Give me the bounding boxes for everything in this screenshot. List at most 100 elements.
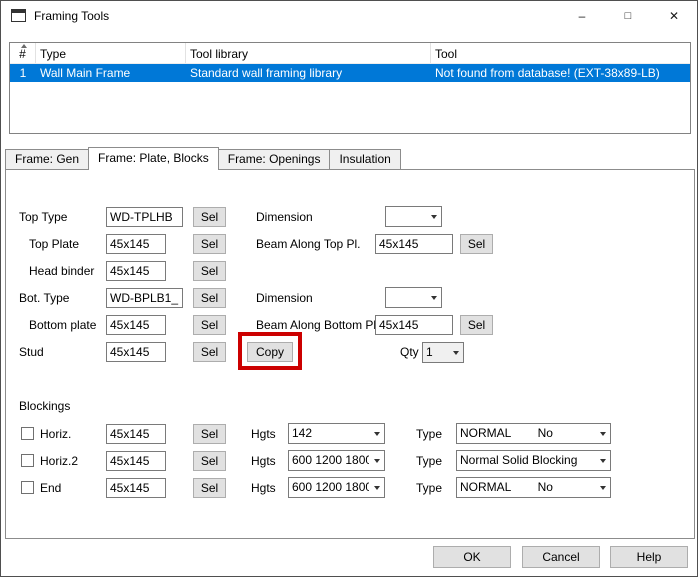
beam-along-bottom-input[interactable]: [375, 315, 453, 335]
table-row-selected[interactable]: 1 Wall Main Frame Standard wall framing …: [10, 64, 690, 82]
horiz-hgts-value: 142: [289, 424, 369, 443]
dimension-bottom-label: Dimension: [256, 291, 313, 305]
chevron-down-icon: [595, 424, 610, 443]
ok-button[interactable]: OK: [433, 546, 511, 568]
beam-along-top-input[interactable]: [375, 234, 453, 254]
horiz-hgts-select[interactable]: 142: [288, 423, 385, 444]
bot-type-input[interactable]: [106, 288, 183, 308]
beam-along-top-sel-button[interactable]: Sel: [460, 234, 493, 254]
end-type-label: Type: [416, 481, 442, 495]
beam-along-top-label: Beam Along Top Pl.: [256, 237, 361, 251]
qty-label: Qty: [400, 345, 419, 359]
horiz2-hgts-select[interactable]: 600 1200 1800: [288, 450, 385, 471]
chevron-down-icon: [426, 288, 441, 307]
end-type-select[interactable]: NORMAL No: [456, 477, 611, 498]
dimension-bottom-select[interactable]: [385, 287, 442, 308]
column-header-num[interactable]: #: [10, 43, 36, 63]
row-type: Wall Main Frame: [36, 64, 186, 82]
bot-type-label: Bot. Type: [19, 291, 69, 305]
column-header-library[interactable]: Tool library: [186, 43, 431, 63]
top-plate-input[interactable]: [106, 234, 166, 254]
chevron-down-icon: [448, 343, 463, 362]
top-type-label: Top Type: [19, 210, 67, 224]
top-type-input[interactable]: [106, 207, 183, 227]
beam-along-bottom-sel-button[interactable]: Sel: [460, 315, 493, 335]
horiz2-sel-button[interactable]: Sel: [193, 451, 226, 471]
stud-input[interactable]: [106, 342, 166, 362]
head-binder-sel-button[interactable]: Sel: [193, 261, 226, 281]
stud-sel-button[interactable]: Sel: [193, 342, 226, 362]
horiz2-input[interactable]: [106, 451, 166, 471]
qty-select[interactable]: 1: [422, 342, 464, 363]
column-header-type[interactable]: Type: [36, 43, 186, 63]
end-input[interactable]: [106, 478, 166, 498]
chevron-down-icon: [595, 478, 610, 497]
app-icon[interactable]: [11, 9, 26, 22]
chevron-down-icon: [595, 451, 610, 470]
top-type-sel-button[interactable]: Sel: [193, 207, 226, 227]
framing-tools-dialog: Framing Tools – □ ✕ # Type Tool library …: [0, 0, 698, 577]
column-header-tool[interactable]: Tool: [431, 43, 690, 63]
horiz-sel-button[interactable]: Sel: [193, 424, 226, 444]
tab-insulation[interactable]: Insulation: [329, 149, 400, 170]
row-tool: Not found from database! (EXT-38x89-LB): [431, 64, 690, 82]
end-sel-button[interactable]: Sel: [193, 478, 226, 498]
bottom-plate-label: Bottom plate: [29, 318, 96, 332]
titlebar[interactable]: Framing Tools – □ ✕: [1, 1, 697, 31]
head-binder-label: Head binder: [29, 264, 94, 278]
maximize-button[interactable]: □: [605, 1, 651, 31]
bottom-plate-input[interactable]: [106, 315, 166, 335]
tab-frame-openings[interactable]: Frame: Openings: [218, 149, 331, 170]
cancel-button[interactable]: Cancel: [522, 546, 600, 568]
stud-label: Stud: [19, 345, 44, 359]
bot-type-sel-button[interactable]: Sel: [193, 288, 226, 308]
dimension-top-select[interactable]: [385, 206, 442, 227]
bottom-plate-sel-button[interactable]: Sel: [193, 315, 226, 335]
horiz2-checkbox-label[interactable]: Horiz.2: [40, 454, 78, 468]
beam-along-bottom-label: Beam Along Bottom Pl.: [256, 318, 379, 332]
top-plate-sel-button[interactable]: Sel: [193, 234, 226, 254]
tool-list: # Type Tool library Tool 1 Wall Main Fra…: [9, 42, 691, 134]
horiz2-type-value: Normal Solid Blocking: [457, 451, 595, 470]
tab-strip: Frame: Gen Frame: Plate, Blocks Frame: O…: [5, 147, 401, 170]
end-hgts-select[interactable]: 600 1200 1800: [288, 477, 385, 498]
window-title: Framing Tools: [34, 9, 109, 23]
end-hgts-value: 600 1200 1800: [289, 478, 369, 497]
horiz-type-label: Type: [416, 427, 442, 441]
horiz2-hgts-value: 600 1200 1800: [289, 451, 369, 470]
chevron-down-icon: [369, 424, 384, 443]
end-checkbox[interactable]: [21, 481, 34, 494]
chevron-down-icon: [369, 451, 384, 470]
end-checkbox-label[interactable]: End: [40, 481, 61, 495]
window-controls: – □ ✕: [559, 1, 697, 31]
horiz2-checkbox[interactable]: [21, 454, 34, 467]
top-plate-label: Top Plate: [29, 237, 79, 251]
horiz2-type-label: Type: [416, 454, 442, 468]
horiz-input[interactable]: [106, 424, 166, 444]
qty-value: 1: [423, 343, 448, 362]
horiz-type-select[interactable]: NORMAL No: [456, 423, 611, 444]
horiz2-type-select[interactable]: Normal Solid Blocking: [456, 450, 611, 471]
copy-button[interactable]: Copy: [247, 342, 293, 362]
tool-list-header: # Type Tool library Tool: [10, 43, 690, 64]
horiz-type-value: NORMAL No: [457, 424, 595, 443]
sort-ascending-icon: [21, 44, 27, 48]
dimension-top-value: [386, 207, 426, 226]
row-library: Standard wall framing library: [186, 64, 431, 82]
end-type-value: NORMAL No: [457, 478, 595, 497]
head-binder-input[interactable]: [106, 261, 166, 281]
minimize-button[interactable]: –: [559, 1, 605, 31]
blockings-section-title: Blockings: [19, 399, 70, 413]
horiz-checkbox[interactable]: [21, 427, 34, 440]
horiz-checkbox-label[interactable]: Horiz.: [40, 427, 71, 441]
chevron-down-icon: [426, 207, 441, 226]
close-button[interactable]: ✕: [651, 1, 697, 31]
dimension-bottom-value: [386, 288, 426, 307]
tab-frame-gen[interactable]: Frame: Gen: [5, 149, 89, 170]
end-hgts-label: Hgts: [251, 481, 276, 495]
tab-frame-plate-blocks[interactable]: Frame: Plate, Blocks: [88, 147, 219, 170]
horiz2-hgts-label: Hgts: [251, 454, 276, 468]
help-button[interactable]: Help: [610, 546, 688, 568]
column-header-num-label: #: [19, 47, 26, 61]
horiz-hgts-label: Hgts: [251, 427, 276, 441]
